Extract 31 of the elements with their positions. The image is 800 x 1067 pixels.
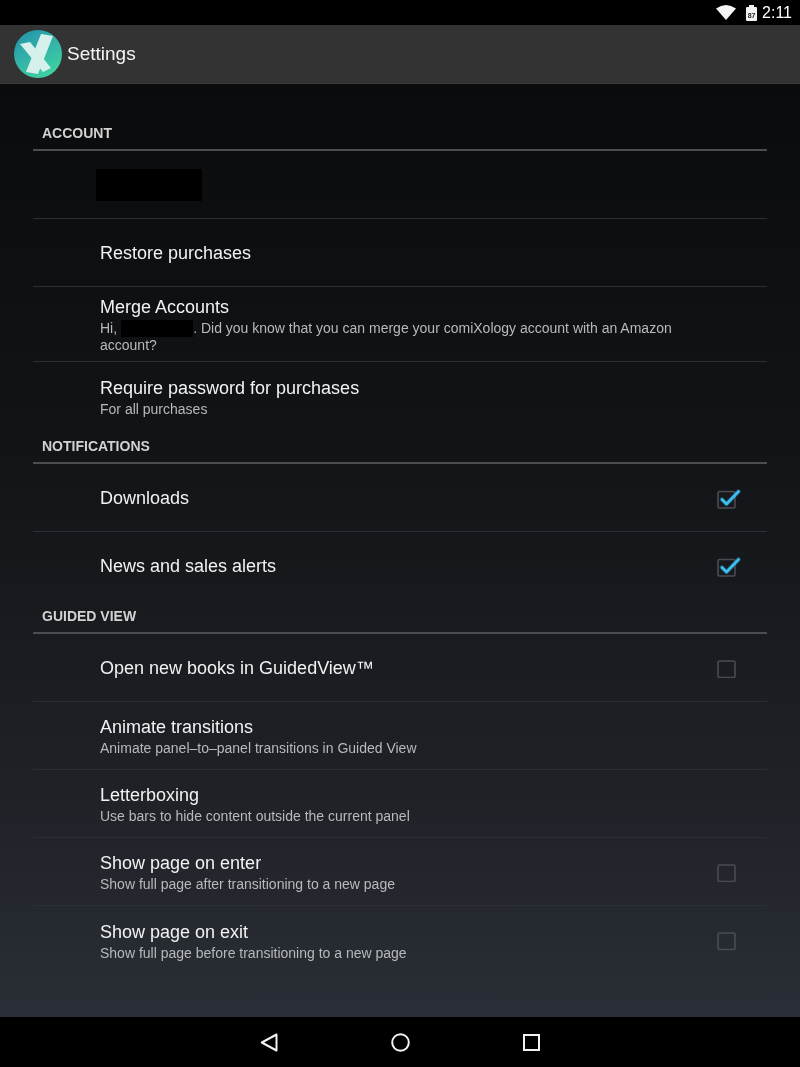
screen-title: Settings [67,42,136,66]
setting-title[interactable]: News and sales alerts [100,553,277,579]
setting-title[interactable]: Require password for purchases [100,374,360,401]
setting-title[interactable]: Open new books in GuidedView™ [100,654,374,681]
section-header: NOTIFICATIONS [33,430,767,464]
section-header: GUIDED VIEW [33,600,767,634]
checkbox[interactable] [717,555,741,577]
recents-icon[interactable] [523,1033,540,1051]
setting-title[interactable]: Animate transitions [100,714,254,740]
back-icon[interactable] [260,1032,278,1052]
setting-title[interactable]: Show page on enter [100,850,262,876]
wifi-icon [716,5,737,20]
setting-title[interactable]: Show page on exit [100,918,249,945]
setting-summary: Show full page after transitioning to a new page [100,876,395,893]
section-header: ACCOUNT [33,117,767,151]
checkbox[interactable] [717,863,736,883]
setting-title[interactable]: Restore purchases [100,239,252,266]
setting-summary: For all purchases [100,400,208,418]
setting-title[interactable]: Downloads [100,484,190,511]
setting-summary: Hi, . Did you know that you can merge your comiXology account with an Amazon account? [100,320,673,354]
setting-summary: Use bars to hide content outside the current panel [100,808,410,825]
home-icon[interactable] [391,1032,410,1052]
setting-summary: Show full page before transitioning to a new page [100,944,407,962]
checkbox[interactable] [717,486,741,509]
setting-title[interactable]: Letterboxing [100,782,200,808]
setting-summary: Animate panel–to–panel transitions in Guided View [100,740,417,757]
logo-icon[interactable] [14,30,62,78]
status-time: 2:11 [762,2,792,23]
setting-title[interactable]: Merge Accounts [100,294,230,320]
checkbox[interactable] [717,932,736,951]
checkbox[interactable] [717,659,736,679]
